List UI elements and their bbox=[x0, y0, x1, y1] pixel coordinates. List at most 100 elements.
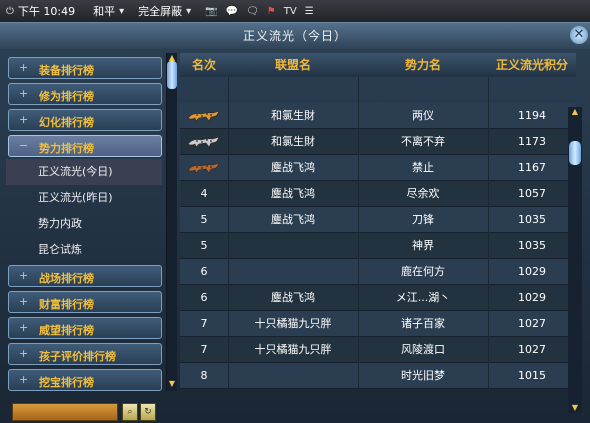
sub-item-justice-yesterday[interactable]: 正义流光(昨日) bbox=[6, 185, 162, 211]
refresh-icon[interactable]: ↻ bbox=[140, 403, 156, 421]
category-battlefield[interactable]: + 战场排行榜 bbox=[8, 265, 162, 287]
gold-leopard-icon bbox=[187, 110, 220, 122]
score-cell: 1035 bbox=[518, 213, 546, 226]
alliance-cell: 鏖战飞鸿 bbox=[271, 161, 315, 174]
tv-button[interactable]: TV bbox=[284, 6, 297, 17]
search-input[interactable] bbox=[12, 403, 118, 421]
menu-icon[interactable]: ☰ bbox=[305, 6, 314, 17]
score-cell: 1029 bbox=[518, 291, 546, 304]
sidebar-scroll-thumb[interactable] bbox=[167, 61, 177, 89]
faction-cell: 风陵渡口 bbox=[401, 343, 445, 356]
faction-cell: 诸子百家 bbox=[401, 317, 445, 330]
faction-cell: 刀锋 bbox=[412, 213, 434, 226]
faction-cell: 神界 bbox=[412, 239, 434, 252]
table-row[interactable]: 6 鏖战飞鸿 メ江...湖丶 1029 bbox=[180, 285, 576, 311]
rank-cell: 4 bbox=[200, 187, 208, 200]
score-cell: 1167 bbox=[518, 161, 546, 174]
collapse-minus-icon: − bbox=[19, 139, 29, 152]
expand-plus-icon: + bbox=[19, 269, 29, 282]
score-cell: 1057 bbox=[518, 187, 546, 200]
scroll-down-arrow-icon[interactable]: ▼ bbox=[167, 379, 177, 389]
header-score[interactable]: 正义流光积分 bbox=[488, 53, 576, 77]
category-prestige[interactable]: + 威望排行榜 bbox=[8, 317, 162, 339]
search-icon[interactable]: ⌕ bbox=[122, 403, 138, 421]
category-wealth[interactable]: + 财富排行榜 bbox=[8, 291, 162, 313]
category-child-rating[interactable]: + 孩子评价排行榜 bbox=[8, 343, 162, 365]
table-header: 名次 联盟名 势力名 正义流光积分 bbox=[180, 53, 576, 77]
close-icon[interactable]: ✕ bbox=[570, 26, 588, 44]
alliance-cell: 鏖战飞鸿 bbox=[271, 291, 315, 304]
table-row[interactable]: 7 十只橘猫九只胖 风陵渡口 1027 bbox=[180, 337, 576, 363]
display-dropdown[interactable]: 完全屏蔽 ▾ bbox=[138, 3, 191, 19]
score-cell: 1194 bbox=[518, 109, 546, 122]
expand-plus-icon: + bbox=[19, 373, 29, 386]
table-scroll-thumb[interactable] bbox=[569, 141, 581, 165]
rank-cell bbox=[180, 129, 228, 155]
silver-leopard-icon bbox=[187, 136, 220, 148]
expand-plus-icon: + bbox=[19, 113, 29, 126]
sub-item-justice-today[interactable]: 正义流光(今日) bbox=[6, 159, 162, 185]
message-icon[interactable]: 🗨 bbox=[246, 6, 259, 17]
header-alliance[interactable]: 联盟名 bbox=[228, 53, 358, 77]
expand-plus-icon: + bbox=[19, 61, 29, 74]
score-cell: 1027 bbox=[518, 343, 546, 356]
scroll-up-arrow-icon[interactable]: ▲ bbox=[568, 107, 582, 117]
alliance-cell bbox=[228, 259, 358, 285]
category-transformation[interactable]: + 幻化排行榜 bbox=[8, 109, 162, 131]
figure-icon[interactable]: ⚑ bbox=[267, 6, 276, 17]
table-row[interactable]: 6 鹿在何方 1029 bbox=[180, 259, 576, 285]
expand-plus-icon: + bbox=[19, 87, 29, 100]
table-row[interactable]: 8 时光旧梦 1015 bbox=[180, 363, 576, 389]
time-text: 下午 10:49 bbox=[17, 5, 76, 18]
expand-plus-icon: + bbox=[19, 321, 29, 334]
alliance-cell bbox=[228, 233, 358, 259]
alliance-cell: 和氯生財 bbox=[271, 109, 315, 122]
category-treasure[interactable]: + 挖宝排行榜 bbox=[8, 369, 162, 391]
table-row[interactable]: 4 鏖战飞鸿 尽余欢 1057 bbox=[180, 181, 576, 207]
rank-cell: 8 bbox=[200, 369, 208, 382]
mode-dropdown[interactable]: 和平 ▾ bbox=[93, 3, 124, 19]
clock: ⏻ 下午 10:49 bbox=[6, 3, 75, 19]
chat-icon[interactable]: 💬 bbox=[226, 6, 238, 17]
alliance-cell: 十只橘猫九只胖 bbox=[254, 317, 332, 330]
system-status-bar: ⏻ 下午 10:49 和平 ▾ 完全屏蔽 ▾ 📷 💬 🗨 ⚑ TV ☰ bbox=[0, 0, 590, 22]
faction-cell: 时光旧梦 bbox=[401, 369, 445, 382]
rank-cell bbox=[180, 103, 228, 129]
alliance-cell: 十只橘猫九只胖 bbox=[254, 343, 332, 356]
rank-cell: 7 bbox=[200, 317, 208, 330]
column-divider bbox=[228, 77, 229, 391]
sub-item-faction-affairs[interactable]: 势力内政 bbox=[6, 211, 162, 237]
table-row[interactable]: 5 鏖战飞鸿 刀锋 1035 bbox=[180, 207, 576, 233]
rank-cell: 7 bbox=[200, 343, 208, 356]
ranking-table: 名次 联盟名 势力名 正义流光积分 和氯生財 两仪 1194 和氯生財 不离不弃 1173… bbox=[180, 53, 576, 391]
score-cell: 1029 bbox=[518, 265, 546, 278]
camera-icon[interactable]: 📷 bbox=[205, 6, 217, 17]
table-scrollbar[interactable]: ▲ ▼ bbox=[568, 107, 582, 413]
bottom-bar: ⌕ ↻ bbox=[0, 395, 590, 423]
alliance-cell: 鏖战飞鸿 bbox=[271, 187, 315, 200]
category-equipment[interactable]: + 装备排行榜 bbox=[8, 57, 162, 79]
table-row[interactable]: 5 神界 1035 bbox=[180, 233, 576, 259]
column-divider bbox=[488, 77, 489, 391]
chevron-down-icon: ▾ bbox=[119, 5, 125, 17]
table-row[interactable]: 7 十只橘猫九只胖 诸子百家 1027 bbox=[180, 311, 576, 337]
power-icon: ⏻ bbox=[6, 5, 14, 17]
alliance-cell: 鏖战飞鸿 bbox=[271, 213, 315, 226]
ranking-category-sidebar: + 装备排行榜 + 修为排行榜 + 幻化排行榜 − 势力排行榜 正义流光(今日)… bbox=[6, 53, 177, 391]
table-row[interactable]: 和氯生財 两仪 1194 bbox=[180, 103, 576, 129]
header-rank[interactable]: 名次 bbox=[180, 53, 228, 77]
faction-cell: 尽余欢 bbox=[406, 187, 440, 200]
table-row[interactable]: 和氯生財 不离不弃 1173 bbox=[180, 129, 576, 155]
faction-cell: 不离不弃 bbox=[401, 135, 445, 148]
table-row[interactable]: 鏖战飞鸿 禁止 1167 bbox=[180, 155, 576, 181]
score-cell: 1015 bbox=[518, 369, 546, 382]
faction-cell: 禁止 bbox=[412, 161, 434, 174]
rank-cell: 5 bbox=[200, 239, 208, 252]
sidebar-scrollbar[interactable]: ▲ ▼ bbox=[166, 53, 177, 391]
category-faction-active[interactable]: − 势力排行榜 bbox=[8, 135, 162, 157]
column-divider bbox=[358, 77, 359, 391]
ranking-window: 正义流光（今日） ✕ + 装备排行榜 + 修为排行榜 + 幻化排行榜 − 势力排… bbox=[0, 22, 590, 423]
sub-item-kunlun-trial[interactable]: 昆仑试炼 bbox=[6, 237, 162, 263]
category-cultivation[interactable]: + 修为排行榜 bbox=[8, 83, 162, 105]
header-faction[interactable]: 势力名 bbox=[358, 53, 488, 77]
